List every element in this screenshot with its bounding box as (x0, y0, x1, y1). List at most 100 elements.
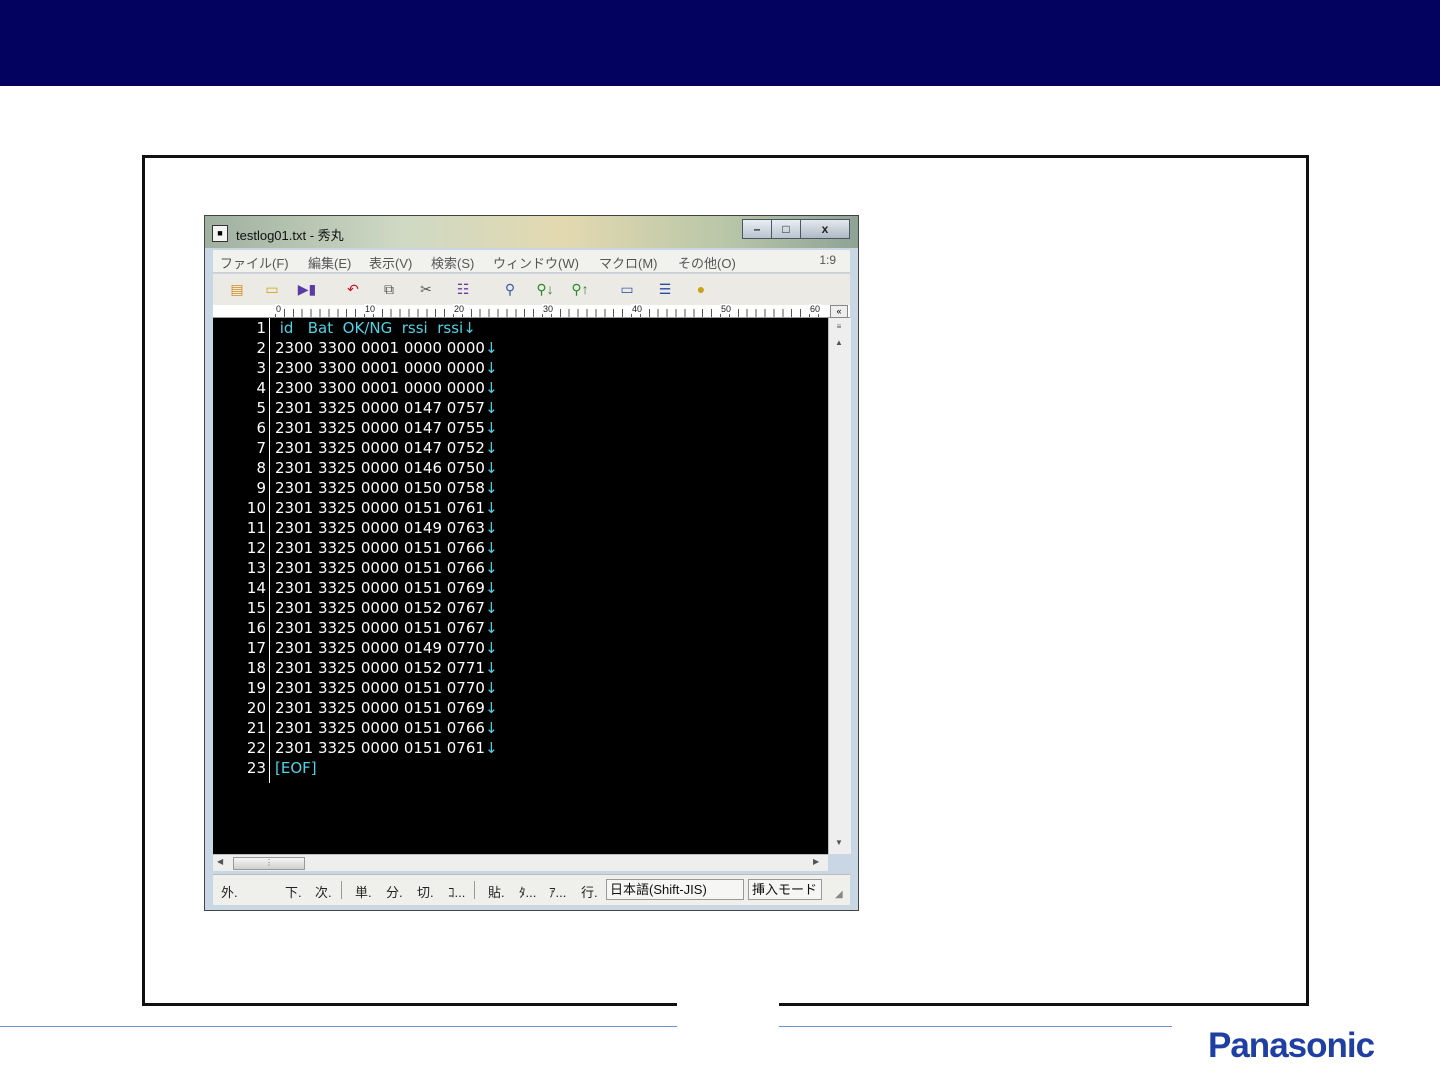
line-number: 8 (256, 459, 266, 477)
line-content: 2301 3325 0000 0152 0771 (275, 659, 485, 677)
status-item[interactable]: 分. (386, 882, 403, 901)
editor-line[interactable]: 5 2301 3325 0000 0147 0757↓ (213, 398, 828, 418)
undo-icon[interactable]: ↶ (343, 279, 363, 299)
line-content: 2301 3325 0000 0151 0766 (275, 719, 485, 737)
ruler-collapse-button[interactable]: « (830, 305, 848, 318)
status-divider (341, 881, 342, 899)
line-number: 4 (256, 379, 266, 397)
newline-mark-icon: ↓ (463, 319, 476, 337)
line-number: 20 (246, 699, 266, 717)
editor-line[interactable]: 4 2300 3300 0001 0000 0000↓ (213, 378, 828, 398)
editor-line[interactable]: 17 2301 3325 0000 0149 0770↓ (213, 638, 828, 658)
eof-marker: [EOF] (275, 759, 317, 777)
status-item[interactable]: 切. (417, 882, 434, 901)
line-content: 2301 3325 0000 0151 0761 (275, 739, 485, 757)
horizontal-scrollbar[interactable]: ◀ ⋮ ▶ (213, 854, 828, 871)
window-icon[interactable]: ▭ (617, 279, 637, 299)
insert-mode-indicator[interactable]: 挿入モード (748, 879, 822, 900)
editor-line[interactable]: 12 2301 3325 0000 0151 0766↓ (213, 538, 828, 558)
cut-icon[interactable]: ✂ (416, 279, 436, 299)
scroll-down-icon[interactable]: ▼ (832, 838, 846, 850)
cursor-position: 1:9 (819, 253, 836, 267)
line-number: 22 (246, 739, 266, 757)
scroll-right-icon[interactable]: ▶ (813, 857, 819, 866)
vertical-scrollbar[interactable]: ≡ ▲ ▼ (828, 318, 851, 854)
line-text: 2301 3325 0000 0151 0761↓ (275, 499, 498, 517)
menu-file[interactable]: ファイル(F) (220, 253, 289, 272)
menu-macro[interactable]: マクロ(M) (599, 253, 658, 272)
editor-line[interactable]: 8 2301 3325 0000 0146 0750↓ (213, 458, 828, 478)
open-folder-icon[interactable]: ▭ (262, 279, 282, 299)
status-item[interactable]: 単. (355, 882, 372, 901)
editor-line[interactable]: 21 2301 3325 0000 0151 0766↓ (213, 718, 828, 738)
line-text: 2301 3325 0000 0151 0767↓ (275, 619, 498, 637)
status-item[interactable]: 下. (285, 882, 302, 901)
editor-line[interactable]: 19 2301 3325 0000 0151 0770↓ (213, 678, 828, 698)
status-item[interactable]: ｺ... (448, 882, 465, 901)
editor-line[interactable]: 11 2301 3325 0000 0149 0763↓ (213, 518, 828, 538)
line-number: 1 (256, 319, 266, 337)
newline-mark-icon: ↓ (484, 739, 498, 757)
editor-line[interactable]: 23 [EOF] (213, 758, 828, 778)
search-icon[interactable]: ⚲ (500, 279, 520, 299)
menu-search[interactable]: 検索(S) (431, 253, 474, 272)
horizontal-scroll-thumb[interactable]: ⋮ (233, 857, 305, 870)
editor-line[interactable]: 16 2301 3325 0000 0151 0767↓ (213, 618, 828, 638)
line-content: 2301 3325 0000 0151 0766 (275, 559, 485, 577)
close-button[interactable]: x (800, 219, 850, 239)
editor-line[interactable]: 2 2300 3300 0001 0000 0000↓ (213, 338, 828, 358)
scroll-up-icon[interactable]: ▲ (832, 338, 846, 350)
line-number: 3 (256, 359, 266, 377)
editor-line[interactable]: 14 2301 3325 0000 0151 0769↓ (213, 578, 828, 598)
editor-line[interactable]: 3 2300 3300 0001 0000 0000↓ (213, 358, 828, 378)
slide-header-bar (0, 0, 1440, 86)
line-number: 13 (246, 559, 266, 577)
menu-view[interactable]: 表示(V) (369, 253, 412, 272)
status-item[interactable]: 貼. (488, 882, 505, 901)
line-text: 2301 3325 0000 0151 0769↓ (275, 699, 498, 717)
editor-line[interactable]: 7 2301 3325 0000 0147 0752↓ (213, 438, 828, 458)
text-editor-area[interactable]: 1 id Bat OK/NG rssi rssi↓ 2 2300 3300 0001… (213, 318, 828, 854)
help-icon[interactable]: ● (691, 279, 711, 299)
line-text: 2301 3325 0000 0147 0757↓ (275, 399, 498, 417)
paste-icon[interactable]: ☷ (453, 279, 473, 299)
status-bar: 外. 下. 次. 単. 分. 切. ｺ... 貼. ﾀ... ｱ... 行. 日… (213, 874, 850, 905)
editor-line[interactable]: 20 2301 3325 0000 0151 0769↓ (213, 698, 828, 718)
status-item[interactable]: 行. (581, 882, 598, 901)
menu-window[interactable]: ウィンドウ(W) (493, 253, 579, 272)
line-content: 2301 3325 0000 0149 0763 (275, 519, 485, 537)
maximize-button[interactable]: □ (771, 219, 801, 239)
save-icon[interactable]: ▶▮ (297, 279, 317, 299)
editor-line[interactable]: 1 id Bat OK/NG rssi rssi↓ (213, 318, 828, 338)
line-content: id Bat OK/NG rssi rssi (275, 319, 464, 337)
editor-line[interactable]: 13 2301 3325 0000 0151 0766↓ (213, 558, 828, 578)
editor-line[interactable]: 15 2301 3325 0000 0152 0767↓ (213, 598, 828, 618)
menu-other[interactable]: その他(O) (678, 253, 736, 272)
minimize-button[interactable]: – (742, 219, 772, 239)
newline-mark-icon: ↓ (484, 559, 498, 577)
split-window-icon[interactable]: ☰ (655, 279, 675, 299)
menu-bar: ファイル(F) 編集(E) 表示(V) 検索(S) ウィンドウ(W) マクロ(M… (213, 250, 850, 273)
scroll-split-icon[interactable]: ≡ (832, 322, 846, 334)
editor-line[interactable]: 9 2301 3325 0000 0150 0758↓ (213, 478, 828, 498)
search-up-icon[interactable]: ⚲↑ (570, 279, 590, 299)
editor-line[interactable]: 6 2301 3325 0000 0147 0755↓ (213, 418, 828, 438)
newline-mark-icon: ↓ (484, 519, 498, 537)
new-file-icon[interactable]: ▤ (227, 279, 247, 299)
status-item[interactable]: ﾀ... (519, 882, 536, 901)
copy-icon[interactable]: ⧉ (379, 279, 399, 299)
editor-line[interactable]: 22 2301 3325 0000 0151 0761↓ (213, 738, 828, 758)
scroll-left-icon[interactable]: ◀ (217, 857, 223, 866)
encoding-indicator[interactable]: 日本語(Shift-JIS) (606, 879, 744, 900)
title-bar[interactable]: ■ testlog01.txt - 秀丸 – □ x (205, 216, 858, 248)
newline-mark-icon: ↓ (484, 619, 498, 637)
editor-line[interactable]: 18 2301 3325 0000 0152 0771↓ (213, 658, 828, 678)
status-item[interactable]: ｱ... (549, 882, 566, 901)
toolbar: ▤ ▭ ▶▮ ↶ ⧉ ✂ ☷ ⚲ ⚲↓ ⚲↑ ▭ ☰ ● (213, 274, 850, 305)
editor-line[interactable]: 10 2301 3325 0000 0151 0761↓ (213, 498, 828, 518)
resize-grip-icon[interactable]: ◢ (835, 889, 843, 900)
status-item[interactable]: 外. (221, 882, 238, 901)
status-item[interactable]: 次. (315, 882, 332, 901)
menu-edit[interactable]: 編集(E) (308, 253, 351, 272)
search-down-icon[interactable]: ⚲↓ (535, 279, 555, 299)
